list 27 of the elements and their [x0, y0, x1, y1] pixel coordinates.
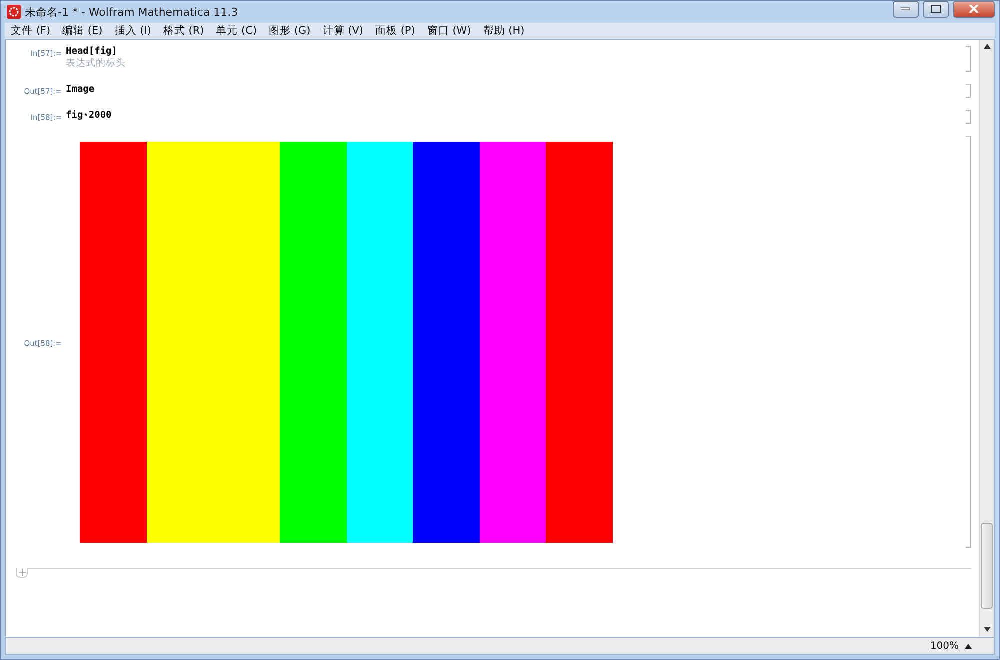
menu-item[interactable]: 单元 (C)	[210, 24, 264, 38]
menu-item[interactable]: 窗口 (W)	[421, 24, 478, 38]
menu-item[interactable]: 文件 (F)	[5, 24, 57, 38]
menu-item[interactable]: 帮助 (H)	[477, 24, 531, 38]
minimize-icon	[901, 7, 911, 11]
window-title: 未命名-1 * - Wolfram Mathematica 11.3	[25, 4, 240, 20]
app-logo-icon	[7, 5, 21, 19]
up-arrow-icon	[984, 44, 990, 48]
usage-hint: 表达式的标头	[66, 57, 127, 70]
menu-item[interactable]: 插入 (I)	[108, 24, 158, 38]
menu-item[interactable]: 编辑 (E)	[56, 24, 109, 38]
cell-code: Head[fig]	[66, 46, 118, 57]
cell-code: fig⋆2000	[66, 110, 113, 121]
menu-item[interactable]: 格式 (R)	[157, 24, 210, 38]
menu-item[interactable]: 图形 (G)	[263, 24, 317, 38]
down-arrow-icon	[984, 626, 990, 632]
zoom-level[interactable]: 100%	[930, 640, 959, 652]
zoom-menu-button[interactable]	[965, 644, 972, 648]
maximize-icon	[931, 5, 941, 13]
add-cell-button[interactable]	[16, 568, 28, 578]
close-button[interactable]	[953, 0, 995, 18]
menu-item[interactable]: 计算 (V)	[316, 24, 370, 38]
scrollbar-thumb[interactable]	[981, 523, 993, 609]
cell-code: Image	[66, 84, 96, 95]
maximize-button[interactable]	[923, 0, 949, 18]
menu-item[interactable]: 面板 (P)	[369, 24, 422, 38]
close-icon	[969, 5, 979, 13]
